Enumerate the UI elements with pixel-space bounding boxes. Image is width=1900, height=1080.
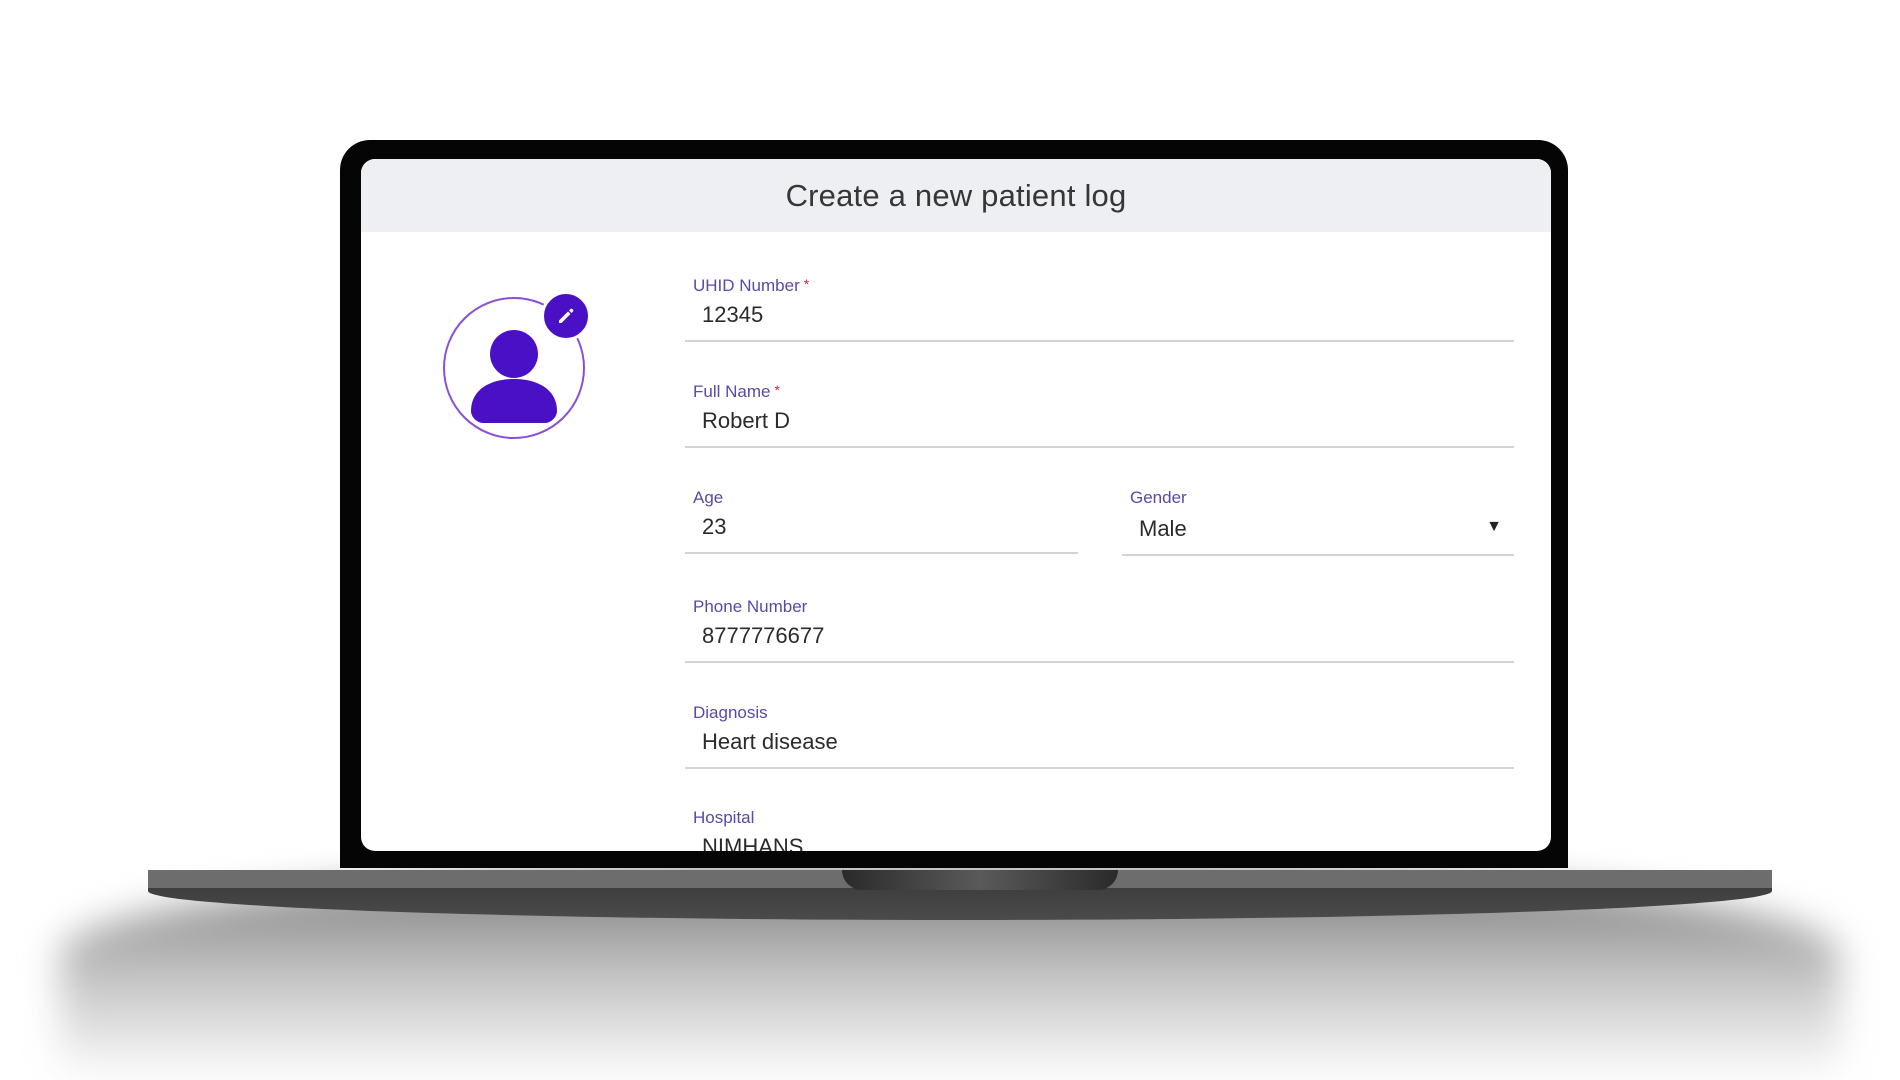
diagnosis-field[interactable]: Diagnosis Heart disease [685,703,1514,773]
hospital-field[interactable]: Hospital NIMHANS [685,808,1514,851]
diagnosis-label: Diagnosis [693,703,768,722]
uhid-underline [685,340,1514,342]
required-marker: * [774,382,780,398]
hospital-input[interactable]: NIMHANS [702,834,803,851]
age-input[interactable]: 23 [702,514,726,540]
uhid-input[interactable]: 12345 [702,302,763,328]
phone-field[interactable]: Phone Number 8777776677 [685,597,1514,667]
dropdown-arrow-icon[interactable]: ▼ [1486,518,1502,536]
edit-avatar-button[interactable] [541,291,591,341]
gender-value[interactable]: Male [1139,516,1187,542]
phone-underline [685,661,1514,663]
gender-label: Gender [1130,488,1187,507]
laptop-notch [842,870,1118,890]
phone-input[interactable]: 8777776677 [702,623,824,649]
age-field[interactable]: Age 23 [685,488,1078,558]
full-name-underline [685,446,1514,448]
diagnosis-input[interactable]: Heart disease [702,729,838,755]
pencil-icon [559,308,574,323]
full-name-label-text: Full Name [693,382,771,401]
full-name-input[interactable]: Robert D [702,408,790,434]
hospital-label: Hospital [693,808,755,827]
age-label: Age [693,488,724,507]
avatar[interactable] [443,291,591,439]
laptop-screen: Create a new patient log UHID Number * 12… [361,159,1551,851]
diagnosis-underline [685,767,1514,769]
page-header: Create a new patient log [361,159,1551,232]
uhid-label-text: UHID Number [693,276,800,295]
gender-underline [1122,554,1514,556]
page-title: Create a new patient log [785,178,1127,213]
gender-select[interactable]: Gender Male ▼ [1122,488,1514,560]
uhid-label: UHID Number * [693,276,809,296]
age-underline [685,552,1078,554]
phone-label: Phone Number [693,597,808,616]
full-name-field[interactable]: Full Name * Robert D [685,382,1514,452]
required-marker: * [803,276,810,292]
uhid-field[interactable]: UHID Number * 12345 [685,276,1514,346]
full-name-label: Full Name * [693,382,780,402]
